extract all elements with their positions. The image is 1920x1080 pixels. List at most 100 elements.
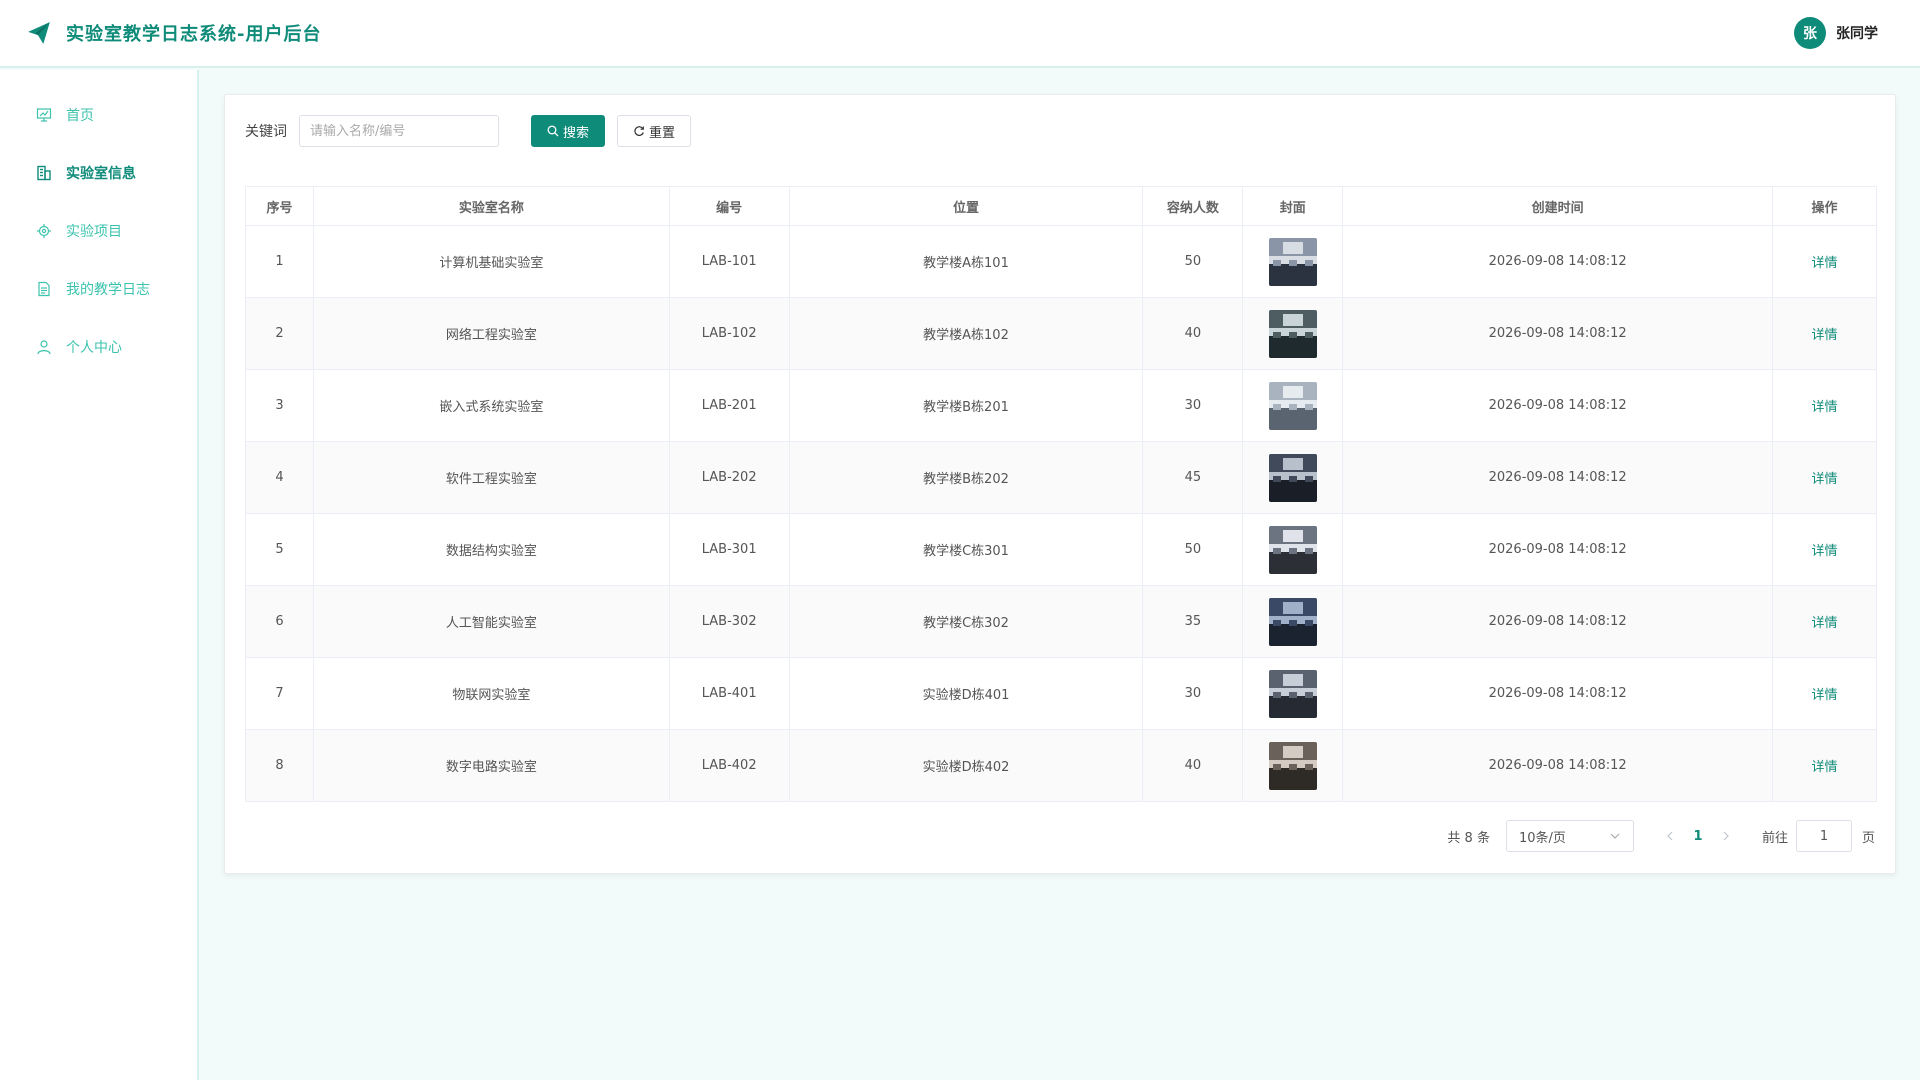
cell-created: 2026-09-08 14:08:12 bbox=[1342, 513, 1774, 586]
sidebar: 首页 实验室信息 实验项目 我的教学日志 个人中心 bbox=[0, 70, 199, 1080]
col-header-cover: 封面 bbox=[1242, 186, 1344, 226]
goto-page-input[interactable] bbox=[1795, 820, 1852, 852]
table-row: 5 数据结构实验室 LAB-301 教学楼C栋301 50 2026-09-08… bbox=[245, 513, 1877, 586]
cell-cover bbox=[1242, 225, 1344, 298]
cell-cover bbox=[1242, 441, 1344, 514]
main-panel: 关键词 搜索 重置 序号 实验室名称 编号 位置 容纳人数 bbox=[224, 94, 1896, 874]
cell-code: LAB-201 bbox=[668, 369, 790, 442]
cell-code: LAB-402 bbox=[668, 729, 790, 802]
table-row: 4 软件工程实验室 LAB-202 教学楼B栋202 45 2026-09-08… bbox=[245, 441, 1877, 514]
cover-thumbnail[interactable] bbox=[1268, 381, 1317, 430]
cell-name: 软件工程实验室 bbox=[312, 441, 670, 514]
sidebar-item-projects[interactable]: 实验项目 bbox=[0, 202, 197, 260]
cell-created: 2026-09-08 14:08:12 bbox=[1342, 441, 1774, 514]
cell-action: 详情 bbox=[1772, 225, 1877, 298]
cover-thumbnail[interactable] bbox=[1268, 741, 1317, 790]
table-row: 2 网络工程实验室 LAB-102 教学楼A栋102 40 2026-09-08… bbox=[245, 297, 1877, 370]
sidebar-item-profile[interactable]: 个人中心 bbox=[0, 318, 197, 376]
chevron-left-icon bbox=[1667, 831, 1673, 841]
document-icon bbox=[38, 281, 50, 297]
cell-index: 6 bbox=[245, 585, 314, 658]
reset-button-label: 重置 bbox=[648, 125, 675, 141]
detail-link[interactable]: 详情 bbox=[1812, 760, 1838, 775]
cell-capacity: 40 bbox=[1142, 729, 1244, 802]
cell-index: 1 bbox=[245, 225, 314, 298]
cover-thumbnail[interactable] bbox=[1268, 237, 1317, 286]
col-header-code: 编号 bbox=[668, 186, 790, 226]
cell-location: 实验楼D栋402 bbox=[788, 729, 1144, 802]
cell-cover bbox=[1242, 657, 1344, 730]
search-button[interactable]: 搜索 bbox=[531, 115, 605, 147]
cell-capacity: 30 bbox=[1142, 657, 1244, 730]
col-header-location: 位置 bbox=[788, 186, 1144, 226]
cell-action: 详情 bbox=[1772, 369, 1877, 442]
cell-action: 详情 bbox=[1772, 441, 1877, 514]
cover-thumbnail[interactable] bbox=[1268, 669, 1317, 718]
refresh-icon bbox=[634, 126, 644, 136]
page-number-current[interactable]: 1 bbox=[1682, 829, 1714, 844]
detail-link[interactable]: 详情 bbox=[1812, 256, 1838, 271]
cell-name: 人工智能实验室 bbox=[312, 585, 670, 658]
cell-capacity: 35 bbox=[1142, 585, 1244, 658]
total-count: 共 8 条 bbox=[1447, 830, 1490, 846]
cover-thumbnail[interactable] bbox=[1268, 597, 1317, 646]
cell-cover bbox=[1242, 369, 1344, 442]
cell-action: 详情 bbox=[1772, 729, 1877, 802]
next-page-button[interactable] bbox=[1714, 824, 1738, 848]
page-unit-label: 页 bbox=[1861, 830, 1875, 846]
detail-link[interactable]: 详情 bbox=[1812, 472, 1838, 487]
sidebar-item-lab-info[interactable]: 实验室信息 bbox=[0, 144, 197, 202]
cell-index: 3 bbox=[245, 369, 314, 442]
cell-created: 2026-09-08 14:08:12 bbox=[1342, 297, 1774, 370]
reset-button[interactable]: 重置 bbox=[617, 115, 691, 147]
page-size-select[interactable]: 10条/页 bbox=[1505, 820, 1634, 852]
detail-link[interactable]: 详情 bbox=[1812, 616, 1838, 631]
table-row: 6 人工智能实验室 LAB-302 教学楼C栋302 35 2026-09-08… bbox=[245, 585, 1877, 658]
sidebar-item-my-logs[interactable]: 我的教学日志 bbox=[0, 260, 197, 318]
detail-link[interactable]: 详情 bbox=[1812, 688, 1838, 703]
pagination: 共 8 条 10条/页 1 前往 页 bbox=[1447, 820, 1875, 852]
cell-action: 详情 bbox=[1772, 585, 1877, 658]
cell-capacity: 45 bbox=[1142, 441, 1244, 514]
cell-created: 2026-09-08 14:08:12 bbox=[1342, 585, 1774, 658]
detail-link[interactable]: 详情 bbox=[1812, 400, 1838, 415]
cell-location: 教学楼A栋101 bbox=[788, 225, 1144, 298]
sidebar-item-label: 实验室信息 bbox=[66, 166, 136, 182]
cover-thumbnail[interactable] bbox=[1268, 309, 1317, 358]
cell-created: 2026-09-08 14:08:12 bbox=[1342, 657, 1774, 730]
cell-location: 教学楼A栋102 bbox=[788, 297, 1144, 370]
cell-code: LAB-302 bbox=[668, 585, 790, 658]
cell-name: 计算机基础实验室 bbox=[312, 225, 670, 298]
cell-location: 教学楼B栋201 bbox=[788, 369, 1144, 442]
username[interactable]: 张同学 bbox=[1836, 23, 1878, 43]
cell-cover bbox=[1242, 513, 1344, 586]
cell-action: 详情 bbox=[1772, 297, 1877, 370]
cell-location: 教学楼C栋301 bbox=[788, 513, 1144, 586]
cell-name: 数字电路实验室 bbox=[312, 729, 670, 802]
cell-cover bbox=[1242, 585, 1344, 658]
col-header-index: 序号 bbox=[245, 186, 314, 226]
detail-link[interactable]: 详情 bbox=[1812, 544, 1838, 559]
table-row: 8 数字电路实验室 LAB-402 实验楼D栋402 40 2026-09-08… bbox=[245, 729, 1877, 802]
gear-icon bbox=[37, 224, 51, 238]
top-bar: 实验室教学日志系统-用户后台 张 张同学 bbox=[0, 0, 1920, 68]
sidebar-item-label: 我的教学日志 bbox=[66, 282, 150, 298]
table-row: 1 计算机基础实验室 LAB-101 教学楼A栋101 50 2026-09-0… bbox=[245, 225, 1877, 298]
cell-created: 2026-09-08 14:08:12 bbox=[1342, 369, 1774, 442]
chevron-down-icon bbox=[1610, 833, 1620, 839]
cell-capacity: 40 bbox=[1142, 297, 1244, 370]
cover-thumbnail[interactable] bbox=[1268, 453, 1317, 502]
prev-page-button[interactable] bbox=[1658, 824, 1682, 848]
col-header-created: 创建时间 bbox=[1342, 186, 1774, 226]
col-header-capacity: 容纳人数 bbox=[1142, 186, 1244, 226]
page-size-value: 10条/页 bbox=[1518, 830, 1566, 846]
search-icon bbox=[547, 125, 559, 137]
avatar[interactable]: 张 bbox=[1794, 17, 1826, 49]
detail-link[interactable]: 详情 bbox=[1812, 328, 1838, 343]
keyword-input[interactable] bbox=[299, 115, 499, 147]
goto-label: 前往 bbox=[1761, 830, 1788, 846]
user-menu[interactable]: 张 张同学 bbox=[1794, 17, 1878, 49]
cover-thumbnail[interactable] bbox=[1268, 525, 1317, 574]
cell-index: 8 bbox=[245, 729, 314, 802]
sidebar-item-home[interactable]: 首页 bbox=[0, 86, 197, 144]
